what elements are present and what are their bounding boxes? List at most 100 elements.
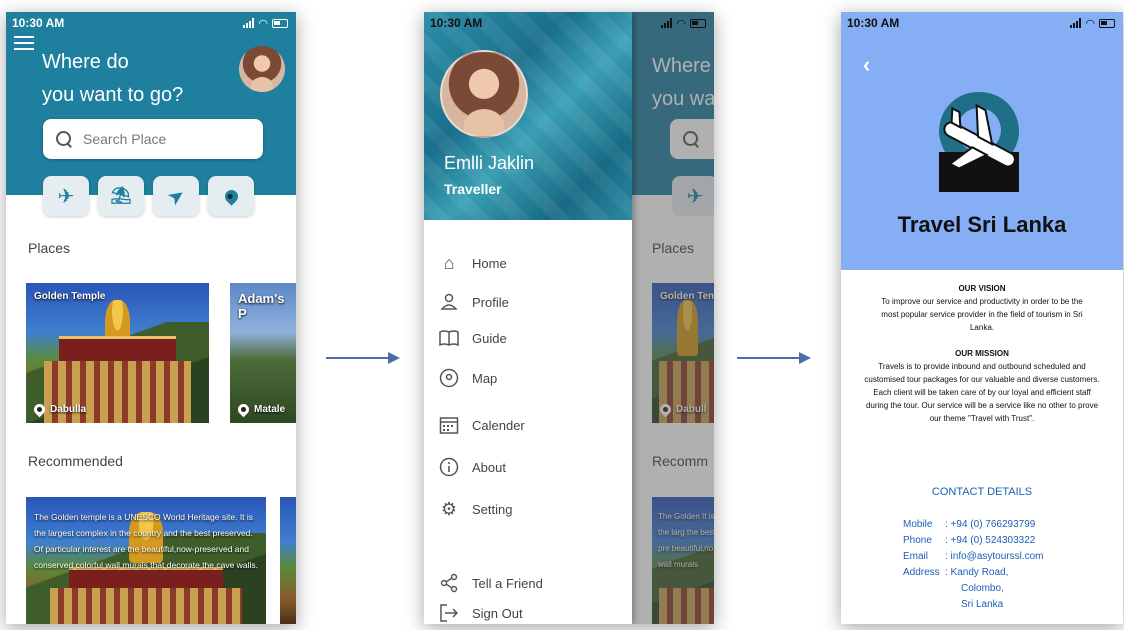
- status-time: 10:30 AM: [847, 16, 900, 30]
- navigation-arrow-icon[interactable]: ➤: [153, 176, 199, 216]
- drawer-header: 10:30 AM Emlli Jaklin Traveller: [424, 12, 632, 220]
- menu-item-label: Tell a Friend: [472, 575, 543, 591]
- home-screen-behind: Where you wa ✈ Places Golden Tem Dabull …: [632, 12, 714, 624]
- map-pin-icon: [438, 367, 460, 389]
- place-title: Adam's P: [238, 291, 285, 321]
- menu-item-label: Setting: [472, 501, 513, 517]
- menu-item-label: Map: [472, 370, 498, 386]
- status-icons: ◠: [632, 12, 714, 34]
- location-pin-icon: [31, 401, 48, 418]
- place-card[interactable]: Adam's P Matale: [230, 283, 296, 423]
- calendar-icon: [438, 414, 460, 436]
- storyboard-canvas: 10:30 AM ◠ Where do you want to go? ✈ ⛱ …: [0, 0, 1124, 630]
- avatar[interactable]: [440, 50, 528, 138]
- wifi-icon: ◠: [1085, 17, 1095, 30]
- menu-item-label: Calender: [472, 417, 525, 433]
- wifi-icon: ◠: [258, 17, 268, 30]
- places-title: Places: [28, 240, 71, 256]
- vision-heading: OUR VISION: [958, 284, 1006, 293]
- search-icon: [55, 130, 73, 148]
- place-location: Dabulla: [31, 401, 86, 418]
- menu-item-label: About: [472, 459, 506, 475]
- home-screen: 10:30 AM ◠ Where do you want to go? ✈ ⛱ …: [6, 12, 296, 624]
- place-location-label: Matale: [254, 404, 286, 415]
- user-role: Traveller: [444, 181, 502, 197]
- dim-overlay[interactable]: [632, 12, 714, 624]
- about-title: Travel Sri Lanka: [897, 212, 1067, 237]
- beach-umbrella-icon[interactable]: ⛱: [98, 176, 144, 216]
- map-pin-icon[interactable]: [208, 176, 254, 216]
- contact-details: Mobile : +94 (0) 766293799 Phone : +94 (0)…: [903, 517, 1044, 613]
- headline-line-2: you want to go?: [42, 84, 184, 106]
- signal-icon: [243, 18, 255, 28]
- menu-item-guide[interactable]: Guide: [438, 327, 507, 349]
- travel-logo-icon: [929, 88, 1029, 196]
- menu-item-label: Home: [472, 255, 507, 271]
- contact-label: Email: [903, 551, 929, 562]
- search-bar[interactable]: [43, 119, 263, 159]
- status-time: 10:30 AM: [430, 16, 483, 30]
- menu-item-map[interactable]: Map: [438, 367, 497, 389]
- menu-item-sign-out[interactable]: Sign Out: [438, 602, 523, 624]
- menu-item-calendar[interactable]: Calender: [438, 414, 525, 436]
- vision-text: To improve our service and productivity …: [881, 297, 1083, 332]
- menu-item-home[interactable]: ⌂ Home: [438, 252, 507, 274]
- sign-out-icon: [438, 602, 460, 624]
- recommended-card[interactable]: The Golden temple is a UNESCO World Heri…: [26, 497, 266, 624]
- battery-icon: [1099, 18, 1115, 28]
- status-bar: 10:30 AM ◠: [841, 12, 1123, 34]
- gear-icon: ⚙: [440, 498, 458, 519]
- menu-item-profile[interactable]: Profile: [438, 291, 509, 313]
- drawer-screen: Where you wa ✈ Places Golden Tem Dabull …: [424, 12, 714, 624]
- contact-label: Phone: [903, 535, 932, 546]
- place-image: [26, 283, 209, 423]
- recommended-card[interactable]: [280, 497, 296, 624]
- menu-item-about[interactable]: About: [438, 456, 506, 478]
- about-body: OUR VISION To improve our service and pr…: [841, 282, 1123, 425]
- info-icon: [438, 456, 460, 478]
- status-bar: 10:30 AM ◠: [6, 12, 296, 34]
- place-title: Golden Temple: [34, 291, 106, 302]
- battery-icon: [272, 18, 288, 28]
- about-screen: 10:30 AM ◠ ‹ Travel Sri Lanka OUR VISION…: [841, 12, 1123, 624]
- menu-item-label: Guide: [472, 330, 507, 346]
- menu-item-tell-a-friend[interactable]: Tell a Friend: [438, 572, 543, 594]
- wifi-icon: ◠: [676, 17, 686, 30]
- place-location: Matale: [235, 401, 286, 418]
- menu-item-setting[interactable]: ⚙ Setting: [438, 498, 513, 520]
- home-headline: Where do you want to go?: [42, 46, 222, 112]
- contact-phone[interactable]: : +94 (0) 524303322: [945, 533, 1035, 549]
- contact-address-line: Sri Lanka: [961, 599, 1004, 610]
- menu-icon[interactable]: [14, 36, 34, 50]
- contact-title: CONTACT DETAILS: [931, 486, 1033, 498]
- avatar[interactable]: [239, 46, 285, 92]
- book-icon: [438, 327, 460, 349]
- contact-label: Address: [903, 567, 940, 578]
- status-icons: ◠: [243, 17, 288, 30]
- location-pin-icon: [235, 401, 252, 418]
- home-icon: ⌂: [443, 252, 455, 273]
- signal-icon: [1070, 18, 1082, 28]
- mission-heading: OUR MISSION: [955, 349, 1009, 358]
- contact-mobile[interactable]: : +94 (0) 766293799: [945, 517, 1035, 533]
- status-time: 10:30 AM: [12, 16, 65, 30]
- back-chevron-icon[interactable]: ‹: [863, 52, 870, 78]
- battery-icon: [690, 18, 706, 28]
- menu-item-label: Sign Out: [472, 605, 523, 621]
- signal-icon: [661, 18, 673, 28]
- contact-label: Mobile: [903, 519, 933, 530]
- search-input[interactable]: [83, 131, 233, 147]
- headline-line-1: Where do: [42, 51, 129, 73]
- contact-address-line: Colombo,: [961, 583, 1004, 594]
- recommended-title: Recommended: [28, 453, 123, 469]
- mission-text: Travels is to provide inbound and outbou…: [864, 362, 1100, 423]
- airplane-icon[interactable]: ✈: [43, 176, 89, 216]
- menu-item-label: Profile: [472, 294, 509, 310]
- share-icon: [438, 572, 460, 594]
- flow-arrow: [326, 352, 400, 364]
- contact-email[interactable]: : info@asytourssl.com: [945, 549, 1044, 565]
- navigation-drawer: 10:30 AM Emlli Jaklin Traveller ⌂ Home P…: [424, 12, 632, 624]
- contact-address: : Kandy Road,: [945, 567, 1009, 578]
- user-name: Emlli Jaklin: [444, 153, 535, 173]
- place-card[interactable]: Golden Temple Dabulla: [26, 283, 209, 423]
